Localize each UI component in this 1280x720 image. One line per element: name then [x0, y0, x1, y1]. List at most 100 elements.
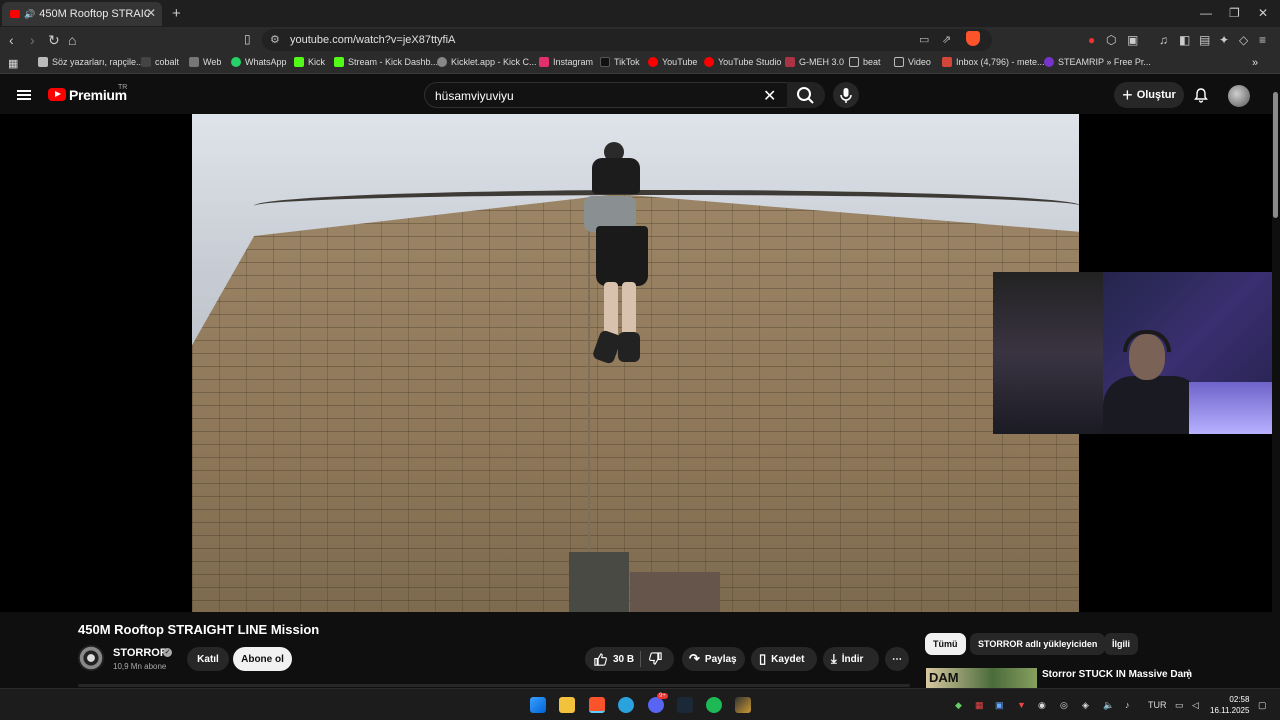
- search-input[interactable]: hüsamviyuviyu: [435, 89, 514, 103]
- plus-icon: +: [1122, 84, 1133, 105]
- wallet-icon[interactable]: ▤: [1199, 33, 1210, 47]
- chip-related[interactable]: İlgili: [1104, 633, 1138, 655]
- scrollbar-thumb[interactable]: [1273, 92, 1278, 218]
- recommended-title[interactable]: Storror STUCK IN Massive Dam: [1042, 669, 1192, 680]
- roof-structure: [569, 552, 629, 612]
- bookmark-item[interactable]: YouTube Studio: [704, 57, 781, 67]
- bookmark-item[interactable]: TikTok: [600, 57, 640, 67]
- voice-search-button[interactable]: [833, 82, 859, 108]
- bookmark-page-icon[interactable]: ▯: [244, 32, 251, 46]
- volume-icon[interactable]: ◁: [1192, 700, 1199, 711]
- restore-window-button[interactable]: ❐: [1229, 6, 1240, 20]
- cast-icon[interactable]: ▭: [919, 33, 929, 46]
- join-button[interactable]: Katıl: [187, 647, 229, 671]
- chip-all[interactable]: Tümü: [925, 633, 966, 655]
- close-tab-icon[interactable]: ✕: [146, 6, 156, 20]
- like-button[interactable]: 30 B: [585, 647, 640, 671]
- notifications-bell-icon[interactable]: [1193, 87, 1209, 106]
- description-box[interactable]: [78, 684, 910, 687]
- sidebar-icon[interactable]: ◧: [1179, 33, 1190, 47]
- channel-name[interactable]: STORROR: [113, 647, 168, 659]
- bookmark-item[interactable]: YouTube: [648, 57, 697, 67]
- apps-grid-icon[interactable]: ▦: [8, 57, 18, 70]
- bookmark-item[interactable]: STEAMRIP » Free Pr...: [1044, 57, 1151, 67]
- bookmark-item[interactable]: Instagram: [539, 57, 593, 67]
- more-bookmarks-icon[interactable]: »: [1252, 57, 1258, 69]
- bookmark-item[interactable]: G-MEH 3.0: [785, 57, 844, 67]
- create-button[interactable]: + Oluştur: [1114, 82, 1184, 108]
- tray-app-icon[interactable]: ◎: [1060, 700, 1068, 711]
- bookmark-item[interactable]: WhatsApp: [231, 57, 287, 67]
- channel-avatar[interactable]: [78, 645, 104, 671]
- youtube-logo-icon[interactable]: [48, 88, 66, 101]
- media-controls-icon[interactable]: ♫: [1159, 33, 1168, 47]
- bookmark-item[interactable]: cobalt: [141, 57, 179, 67]
- new-tab-button[interactable]: +: [172, 5, 181, 22]
- recommended-thumbnail[interactable]: DAM: [926, 668, 1037, 688]
- search-box[interactable]: hüsamviyuviyu ✕: [424, 82, 825, 108]
- file-explorer-icon[interactable]: [559, 697, 575, 713]
- share-button[interactable]: ↷ Paylaş: [682, 647, 745, 671]
- back-button[interactable]: ‹: [9, 32, 14, 48]
- chimney: [630, 572, 720, 612]
- minimize-window-button[interactable]: —: [1200, 6, 1212, 20]
- vpn-icon[interactable]: ◇: [1239, 33, 1248, 47]
- bookmark-item[interactable]: Söz yazarları, rapçile...: [38, 57, 144, 67]
- bookmark-folder[interactable]: beat: [849, 57, 881, 67]
- account-avatar[interactable]: [1228, 85, 1250, 107]
- tray-speaker-icon[interactable]: 🔈: [1103, 700, 1114, 711]
- network-icon[interactable]: ▭: [1175, 700, 1184, 711]
- discord-icon[interactable]: [648, 697, 664, 713]
- brave-shields-icon[interactable]: [966, 31, 980, 46]
- more-actions-button[interactable]: ⋯: [885, 647, 909, 671]
- input-language[interactable]: TUR: [1148, 700, 1167, 710]
- app-icon[interactable]: [735, 697, 751, 713]
- system-clock[interactable]: 02:58 16.11.2025: [1210, 694, 1249, 716]
- browser-menu-icon[interactable]: ≡: [1259, 33, 1266, 47]
- clear-search-icon[interactable]: ✕: [763, 86, 776, 106]
- browser-tab[interactable]: 🔊 450M Rooftop STRAIGHT LINE ✕: [2, 2, 162, 26]
- tray-app-icon[interactable]: ▼: [1017, 700, 1026, 710]
- save-button[interactable]: ▯ Kaydet: [751, 647, 817, 671]
- search-button[interactable]: [787, 82, 825, 108]
- tray-app-icon[interactable]: ▦: [975, 700, 984, 711]
- steam-icon[interactable]: [677, 697, 693, 713]
- video-player[interactable]: [192, 114, 1079, 612]
- tray-steam-icon[interactable]: ◉: [1038, 700, 1046, 711]
- site-info-icon[interactable]: ⚙: [270, 33, 280, 46]
- extension-icon[interactable]: ⬡: [1106, 33, 1116, 47]
- notifications-icon[interactable]: ▢: [1258, 700, 1267, 711]
- telegram-icon[interactable]: [618, 697, 634, 713]
- bookmark-item[interactable]: Stream - Kick Dashb...: [334, 57, 438, 67]
- tray-app-icon[interactable]: ▣: [995, 700, 1004, 711]
- bookmark-item[interactable]: Web: [189, 57, 221, 67]
- home-button[interactable]: ⌂: [68, 32, 76, 48]
- download-button[interactable]: ⤓ İndir: [823, 647, 879, 671]
- subscribe-button[interactable]: Abone ol: [233, 647, 292, 671]
- tray-app-icon[interactable]: ◆: [955, 700, 962, 711]
- steamrip-icon: [1044, 57, 1054, 67]
- chip-from-uploader[interactable]: STORROR adlı yükleyiciden: [970, 633, 1106, 655]
- reload-button[interactable]: ↻: [48, 32, 60, 49]
- start-button-icon[interactable]: [530, 697, 546, 713]
- screenshot-icon[interactable]: ▣: [1127, 33, 1138, 47]
- forward-button[interactable]: ›: [30, 32, 35, 48]
- leo-ai-icon[interactable]: ✦: [1219, 33, 1229, 47]
- tray-mic-icon[interactable]: ♪: [1125, 700, 1130, 710]
- record-extension-icon[interactable]: ●: [1088, 33, 1095, 47]
- dislike-button[interactable]: [648, 651, 663, 669]
- guide-menu-icon[interactable]: [17, 90, 31, 100]
- bookmark-item[interactable]: Kick: [294, 57, 325, 67]
- close-window-button[interactable]: ✕: [1258, 6, 1268, 20]
- recommended-menu-icon[interactable]: ⋮: [1183, 667, 1195, 681]
- spotify-icon[interactable]: [706, 697, 722, 713]
- brave-browser-icon[interactable]: [589, 697, 605, 713]
- bookmark-item[interactable]: Kicklet.app - Kick C...: [437, 57, 537, 67]
- share-page-icon[interactable]: ⇗: [942, 33, 951, 46]
- bookmark-item[interactable]: Inbox (4,796) - mete...: [942, 57, 1045, 67]
- address-bar[interactable]: ⚙ youtube.com/watch?v=jeX87ttyfiA ▭ ⇗: [262, 29, 992, 51]
- bookmark-folder[interactable]: Video: [894, 57, 931, 67]
- tray-app-icon[interactable]: ◈: [1082, 700, 1089, 711]
- verified-badge-icon: ✓: [163, 648, 172, 657]
- audio-playing-icon[interactable]: 🔊: [24, 9, 35, 20]
